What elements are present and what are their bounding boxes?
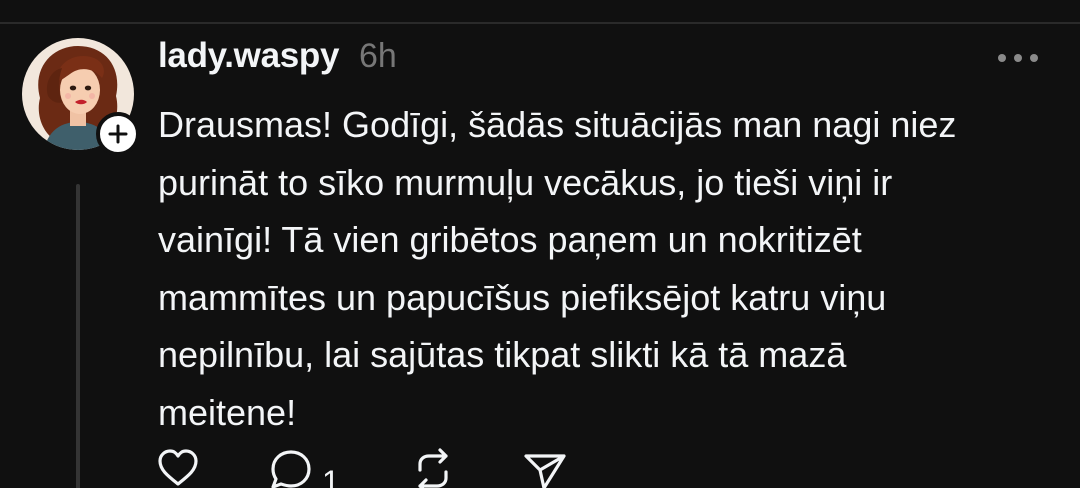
comment-icon bbox=[271, 450, 311, 488]
more-horizontal-icon bbox=[998, 54, 1038, 62]
share-button[interactable] bbox=[522, 448, 568, 488]
reply-button[interactable]: 1 bbox=[268, 448, 340, 488]
top-divider bbox=[0, 22, 1080, 24]
repost-button[interactable] bbox=[410, 448, 456, 488]
username[interactable]: lady.waspy bbox=[158, 36, 339, 76]
like-button[interactable] bbox=[156, 448, 200, 488]
more-options-button[interactable] bbox=[990, 40, 1046, 76]
plus-icon bbox=[108, 124, 128, 144]
thread-line bbox=[76, 184, 80, 488]
heart-icon bbox=[158, 449, 198, 486]
reply-count: 1 bbox=[322, 464, 340, 488]
send-icon bbox=[524, 454, 566, 488]
follow-button[interactable] bbox=[96, 112, 140, 156]
repost-icon bbox=[418, 448, 448, 488]
post-time: 6h bbox=[359, 37, 397, 75]
thread-screen: lady.waspy 6h Drausmas! Godīgi, šādās si… bbox=[0, 0, 1080, 488]
post-text: Drausmas! Godīgi, šādās situācijās man n… bbox=[158, 104, 957, 433]
